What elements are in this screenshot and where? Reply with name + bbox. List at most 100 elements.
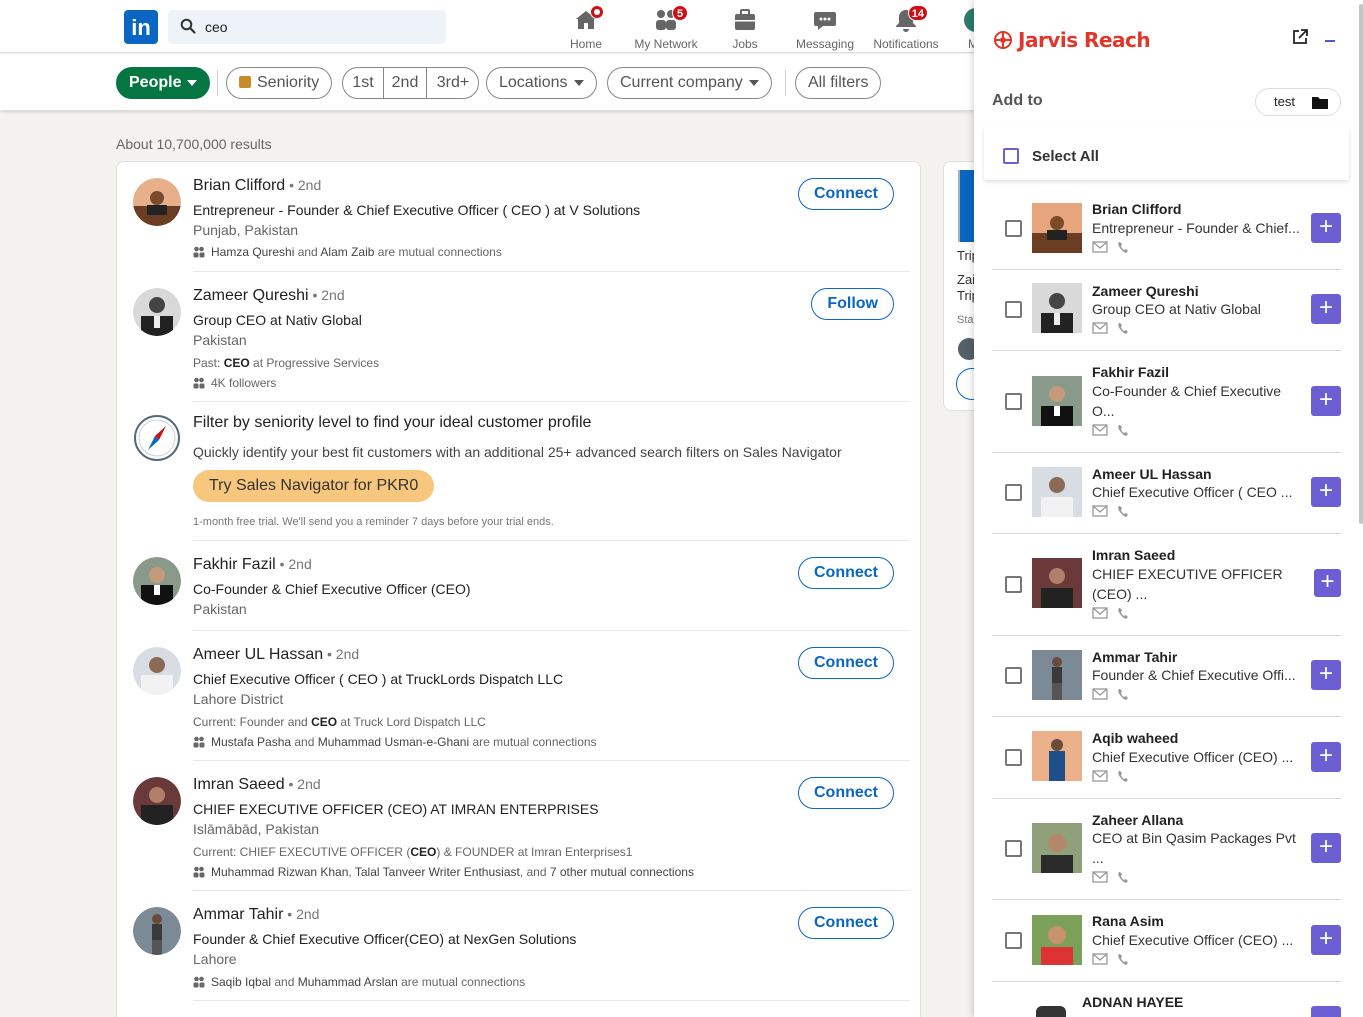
seniority-filter-button[interactable]: Seniority bbox=[226, 67, 333, 99]
add-person-button[interactable]: + bbox=[1311, 294, 1341, 324]
add-person-button[interactable]: + bbox=[1311, 477, 1341, 507]
mutual-name: Muhammad Rizwan Khan bbox=[211, 865, 349, 879]
result-headline: Entrepreneur - Founder & Chief Executive… bbox=[193, 202, 641, 218]
avatar bbox=[1032, 731, 1082, 781]
person-checkbox[interactable] bbox=[1005, 749, 1022, 766]
jarvis-person-row: Ammar Tahir Founder & Chief Executive Of… bbox=[992, 636, 1341, 717]
result-item: Imran Saeed • 2nd CHIEF EXECUTIVE OFFICE… bbox=[117, 761, 922, 891]
avatar[interactable] bbox=[133, 777, 181, 825]
result-name-line: Brian Clifford • 2nd bbox=[193, 177, 321, 195]
person-name: Zaheer Allana bbox=[1092, 812, 1184, 828]
select-all-checkbox[interactable] bbox=[1003, 148, 1019, 164]
person-checkbox[interactable] bbox=[1005, 220, 1022, 237]
promo-description: Quickly identify your best fit customers… bbox=[193, 444, 842, 460]
add-person-button[interactable]: + bbox=[1311, 833, 1341, 863]
mutual-connections[interactable]: Hamza Qureshi and Alam Zaib are mutual c… bbox=[193, 245, 502, 259]
connect-button[interactable]: Connect bbox=[798, 907, 894, 939]
jarvis-brand: Jarvis Reach bbox=[1018, 28, 1151, 52]
result-item: Ammar Tahir • 2nd Founder & Chief Execut… bbox=[117, 891, 922, 1001]
result-name-link[interactable]: Ameer UL Hassan bbox=[193, 646, 323, 663]
person-title: Co-Founder & Chief Executive O... bbox=[1092, 383, 1282, 419]
add-person-button[interactable] bbox=[1311, 1006, 1341, 1017]
jarvis-person-row: Fakhir Fazil Co-Founder & Chief Executiv… bbox=[992, 351, 1341, 453]
add-person-button[interactable]: + bbox=[1311, 925, 1341, 955]
follow-button[interactable]: Follow bbox=[811, 288, 894, 320]
add-person-button[interactable]: + bbox=[1311, 742, 1341, 772]
jarvis-logo: Jarvis Reach bbox=[992, 28, 1151, 52]
degree-1st-button[interactable]: 1st bbox=[343, 68, 383, 98]
all-filters-button[interactable]: All filters bbox=[795, 67, 882, 99]
avatar[interactable] bbox=[133, 907, 181, 955]
people-filter-button[interactable]: People bbox=[116, 67, 211, 99]
add-person-button[interactable]: + bbox=[1311, 386, 1341, 416]
all-filters-label: All filters bbox=[808, 74, 869, 91]
connect-button[interactable]: Connect bbox=[798, 557, 894, 589]
avatar bbox=[1032, 467, 1082, 517]
current-company-filter-button[interactable]: Current company bbox=[607, 67, 772, 99]
search-results-card: Brian Clifford • 2nd Entrepreneur - Foun… bbox=[116, 161, 921, 1017]
person-checkbox[interactable] bbox=[1005, 667, 1022, 684]
degree-3rd-button[interactable]: 3rd+ bbox=[426, 68, 478, 98]
nav-jobs[interactable]: Jobs bbox=[705, 4, 785, 51]
add-person-button[interactable]: + bbox=[1314, 569, 1341, 597]
select-all-row[interactable]: Select All bbox=[984, 126, 1349, 180]
mutual-text: are mutual connections bbox=[469, 735, 597, 749]
search-input[interactable]: ceo bbox=[168, 10, 446, 44]
avatar bbox=[1032, 823, 1082, 873]
result-name-link[interactable]: Fakhir Fazil bbox=[193, 556, 276, 573]
avatar[interactable] bbox=[133, 557, 181, 605]
connect-button[interactable]: Connect bbox=[798, 647, 894, 679]
mutual-connections[interactable]: Saqib Iqbal and Muhammad Arslan are mutu… bbox=[193, 975, 525, 989]
avatar[interactable] bbox=[133, 288, 181, 336]
result-name-line: Ameer UL Hassan • 2nd bbox=[193, 646, 359, 664]
try-sales-navigator-button[interactable]: Try Sales Navigator for PKR0 bbox=[193, 470, 435, 502]
person-checkbox[interactable] bbox=[1005, 932, 1022, 949]
mutual-name: Mustafa Pasha bbox=[211, 735, 292, 749]
nav-my-network[interactable]: 5 My Network bbox=[626, 4, 706, 51]
mutual-name: 7 other mutual connections bbox=[549, 865, 694, 879]
add-person-button[interactable]: + bbox=[1311, 213, 1341, 243]
open-external-icon[interactable] bbox=[1291, 28, 1309, 46]
search-value[interactable]: ceo bbox=[205, 19, 228, 35]
minimize-icon[interactable] bbox=[1325, 40, 1335, 42]
degree-label: • 2nd bbox=[284, 776, 321, 792]
nav-messaging[interactable]: Messaging bbox=[785, 4, 865, 51]
degree-2nd-button[interactable]: 2nd bbox=[383, 68, 426, 98]
add-person-button[interactable]: + bbox=[1311, 660, 1341, 690]
avatar bbox=[1032, 650, 1082, 700]
mutual-connections[interactable]: Mustafa Pasha and Muhammad Usman-e-Ghani… bbox=[193, 735, 597, 749]
scrollbar[interactable] bbox=[1359, 4, 1363, 524]
result-name-link[interactable]: Brian Clifford bbox=[193, 177, 285, 194]
mutual-text: and bbox=[291, 735, 318, 749]
person-name: Ameer UL Hassan bbox=[1092, 466, 1212, 482]
connect-button[interactable]: Connect bbox=[798, 178, 894, 210]
person-checkbox[interactable] bbox=[1005, 301, 1022, 318]
person-checkbox[interactable] bbox=[1005, 840, 1022, 857]
result-name-link[interactable]: Zameer Qureshi bbox=[193, 287, 309, 304]
degree-filter-group: 1st 2nd 3rd+ bbox=[342, 67, 479, 99]
connect-button[interactable]: Connect bbox=[798, 777, 894, 809]
mutual-connections[interactable]: Muhammad Rizwan Khan, Talal Tanveer Writ… bbox=[193, 865, 694, 879]
person-checkbox[interactable] bbox=[1005, 393, 1022, 410]
degree-label: • 2nd bbox=[323, 646, 360, 662]
person-checkbox[interactable] bbox=[1005, 576, 1022, 593]
nav-me-cut[interactable]: M bbox=[946, 4, 976, 50]
mutual-text: are mutual connections bbox=[374, 245, 502, 259]
home-badge bbox=[590, 5, 604, 19]
result-name-line: Zameer Qureshi • 2nd bbox=[193, 287, 345, 305]
nav-notifications[interactable]: 14 Notifications bbox=[866, 4, 946, 51]
locations-filter-button[interactable]: Locations bbox=[486, 67, 597, 99]
nav-home[interactable]: Home bbox=[546, 4, 626, 51]
result-name-link[interactable]: Ammar Tahir bbox=[193, 906, 283, 923]
avatar[interactable] bbox=[133, 178, 181, 226]
result-name-link[interactable]: Imran Saeed bbox=[193, 776, 285, 793]
result-name-line: Fakhir Fazil • 2nd bbox=[193, 556, 312, 574]
avatar bbox=[1036, 1006, 1066, 1017]
linkedin-logo-icon[interactable]: in bbox=[124, 10, 158, 44]
avatar[interactable] bbox=[133, 647, 181, 695]
jarvis-person-row: Zaheer Allana CEO at Bin Qasim Packages … bbox=[992, 799, 1341, 900]
compass-icon bbox=[134, 415, 180, 461]
person-checkbox[interactable] bbox=[1005, 484, 1022, 501]
people-icon bbox=[193, 736, 205, 748]
folder-select-button[interactable]: test bbox=[1255, 88, 1341, 116]
